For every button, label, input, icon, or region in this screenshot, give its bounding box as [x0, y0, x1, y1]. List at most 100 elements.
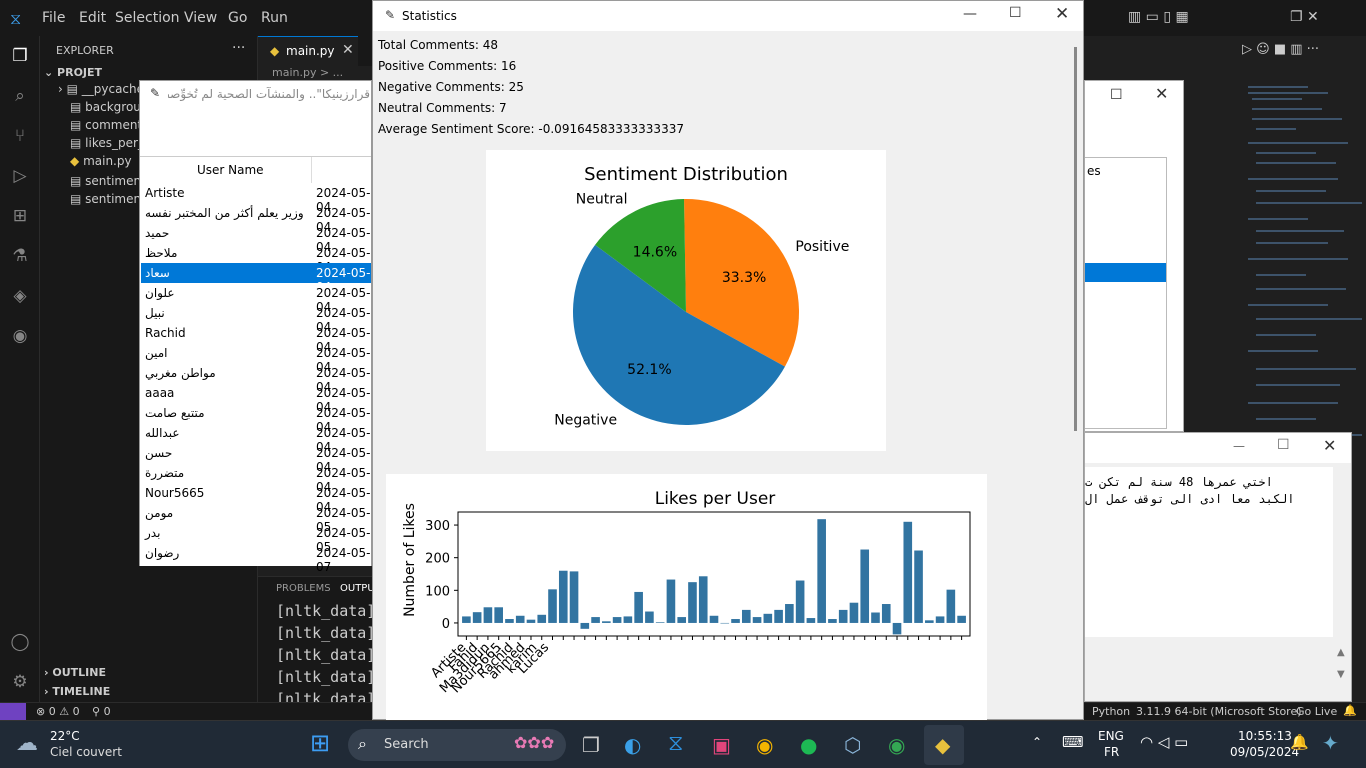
maximize-icon[interactable]: ☐ [1110, 87, 1123, 103]
explorer-icon[interactable]: ❐ [9, 46, 31, 68]
search-box[interactable]: ⌕ Search ✿✿✿ [348, 729, 566, 761]
python-icon[interactable]: ◈ [9, 286, 31, 308]
user-name-cell: حميد [145, 226, 170, 240]
tab-problems[interactable]: PROBLEMS [276, 583, 331, 594]
account-icon[interactable]: ◯ [9, 632, 31, 654]
minimap[interactable] [1242, 78, 1366, 478]
menu-file[interactable]: File [42, 10, 65, 26]
python-status[interactable]: Python [1092, 705, 1130, 718]
source-control-icon[interactable]: ⑂ [9, 126, 31, 148]
table-row[interactable]: بدر 2024-05-05 [141, 523, 371, 554]
github-icon[interactable]: ◉ [9, 326, 31, 348]
table-row[interactable]: متضررة 2024-05-04 [141, 463, 371, 494]
timeline-section[interactable]: › TIMELINE [44, 685, 110, 703]
minimize-icon[interactable]: — [963, 6, 977, 22]
table-row[interactable]: حميد 2024-05-04 [141, 223, 371, 254]
maximize-icon[interactable]: ☐ [1009, 5, 1022, 21]
keyboard-icon[interactable]: ⌨ [1062, 733, 1084, 751]
table-row[interactable]: عبدالله 2024-05-04 [141, 423, 371, 454]
table-row[interactable]: رضوان 2024-05-07 [141, 543, 371, 574]
weather-temp[interactable]: 22°C [50, 729, 80, 743]
run-debug-icon[interactable]: ▷ [9, 166, 31, 188]
table-row[interactable]: ملاحظ2024-05-04 [141, 243, 371, 274]
output-line: [nltk_data] [276, 646, 376, 664]
go-live-status[interactable]: Go Live [1296, 705, 1337, 718]
notification-bell-icon[interactable]: 🔔 [1290, 733, 1309, 751]
edge-icon[interactable]: ◐ [624, 733, 641, 757]
more-actions-icon[interactable]: ··· [232, 40, 245, 56]
spotify-icon[interactable]: ● [800, 733, 817, 757]
comment-textbox[interactable]: اختي عمرها 48 سنة لم تكن ت الكبد معا ادى… [1085, 467, 1333, 637]
table-row[interactable]: وزير يعلم أكثر من المختبر نفسه 2024-05-04 [141, 203, 371, 234]
table-row[interactable]: مومن 2024-05-05 [141, 503, 371, 534]
menu-run[interactable]: Run [261, 10, 288, 26]
chevron-up-icon[interactable]: ⌃ [1032, 735, 1042, 749]
menu-selection[interactable]: Selection [115, 10, 180, 26]
vscode-taskbar-icon[interactable]: ⧖ [668, 731, 683, 756]
bell-icon[interactable]: 🔔 [1343, 704, 1357, 717]
table-row[interactable]: مواطن مغربي 2024-05-04 [141, 363, 371, 394]
menu-edit[interactable]: Edit [79, 10, 106, 26]
weather-desc[interactable]: Ciel couvert [50, 745, 122, 759]
intellij-icon[interactable]: ▣ [712, 733, 731, 757]
scrollbar-thumb[interactable] [1074, 47, 1077, 431]
table-row[interactable]: حسن 2024-05-04 [141, 443, 371, 474]
extensions-icon[interactable]: ⊞ [9, 206, 31, 228]
close-icon[interactable]: ✕ [1055, 4, 1069, 24]
interpreter-status[interactable]: 3.11.9 64-bit (Microsoft Store) [1136, 705, 1302, 718]
maximize-icon[interactable]: ☐ [1277, 437, 1290, 453]
chrome-profile-icon[interactable]: ◉ [888, 733, 905, 757]
close-tab-icon[interactable]: ✕ [342, 42, 354, 58]
box-app-icon[interactable]: ⬡ [844, 733, 861, 757]
settings-gear-icon[interactable]: ⚙ [9, 672, 31, 694]
windows-start-icon[interactable]: ⊞ [310, 729, 330, 757]
table-row[interactable]: Rachid 2024-05-04 [141, 323, 371, 354]
wifi-icon[interactable]: ◠ ◁ ▭ [1140, 733, 1188, 751]
close-icon[interactable]: ✕ [1323, 436, 1336, 455]
file-background[interactable]: ▤ backgroun [70, 100, 149, 118]
close-icon[interactable]: ✕ [1155, 84, 1168, 103]
minimize-icon[interactable]: — [1233, 439, 1245, 453]
menu-view[interactable]: View [184, 10, 217, 26]
file-pycache[interactable]: › ▤ __pycache_ [58, 82, 150, 100]
scrollbar[interactable] [1071, 35, 1081, 719]
table-row[interactable]: Nour5665 2024-05-04 [141, 483, 371, 514]
lang-primary[interactable]: ENG [1098, 729, 1124, 743]
file-main[interactable]: ◆ main.py [70, 154, 132, 172]
clock-time[interactable]: 10:55:13 [1238, 729, 1292, 743]
problems-count[interactable]: ⊗ 0 ⚠ 0 [36, 705, 80, 718]
comments-table[interactable]: User Name Artiste 2024-05-04 وزير يعلم أكث… [140, 156, 371, 574]
bar [720, 622, 730, 624]
breadcrumb[interactable]: main.py > ... [272, 66, 343, 79]
table-row[interactable]: علوان 2024-05-04 [141, 283, 371, 314]
task-view-icon[interactable]: ❐ [582, 733, 600, 757]
column-header[interactable]: es [1087, 164, 1101, 178]
table-row[interactable]: Artiste 2024-05-04 [141, 183, 371, 214]
layout-icons[interactable]: ▥ ▭ ▯ ▦ [1128, 9, 1189, 25]
output-line: [nltk_data] [276, 602, 376, 620]
remote-icon[interactable] [0, 703, 26, 720]
search-icon[interactable]: ⌕ [9, 86, 31, 108]
ports-icon[interactable]: ⚲ 0 [92, 705, 111, 718]
window-controls-icon[interactable]: ❐ ✕ [1290, 9, 1319, 25]
table-row[interactable]: نبيل 2024-05-04 [141, 303, 371, 334]
tab-main-py[interactable]: ◆ main.py ✕ [258, 36, 358, 66]
selected-row[interactable] [1085, 263, 1166, 282]
column-header-user[interactable]: User Name [140, 157, 312, 183]
table-row[interactable]: سعاد 2024-05-04 [141, 263, 371, 294]
testing-icon[interactable]: ⚗ [9, 246, 31, 268]
copilot-icon[interactable]: ✦ [1322, 731, 1339, 755]
clock-date[interactable]: 09/05/2024 [1230, 745, 1299, 759]
table-row[interactable]: aaaa 2024-05-04 [141, 383, 371, 414]
lang-secondary[interactable]: FR [1104, 745, 1119, 759]
menu-go[interactable]: Go [228, 10, 247, 26]
outline-section[interactable]: › OUTLINE [44, 666, 106, 684]
scrollbar[interactable]: ▲ ▼ [1337, 647, 1351, 699]
python-taskbar-icon[interactable]: ◆ [924, 725, 964, 765]
treeview-right[interactable]: es [1085, 157, 1167, 429]
table-row[interactable]: متتبع صامت 2024-05-04 [141, 403, 371, 434]
bar [849, 602, 859, 623]
chrome-icon[interactable]: ◉ [756, 733, 773, 757]
table-row[interactable]: امين 2024-05-04 [141, 343, 371, 374]
run-actions-icon[interactable]: ▷ ☺ ■ ▥ ··· [1242, 42, 1319, 57]
